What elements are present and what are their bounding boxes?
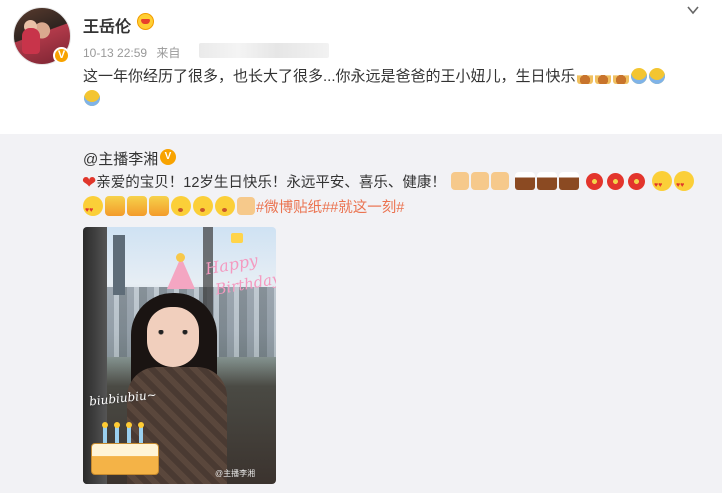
cake-emoji-icon (576, 68, 593, 84)
post-text: 这一年你经历了很多，也长大了很多...你永远是爸爸的王小妞儿，生日快乐 (83, 66, 703, 110)
verified-icon: V (160, 149, 176, 165)
star-sticker-icon (231, 233, 243, 243)
cake-body-icon (91, 443, 159, 475)
tears-emoji-icon (84, 90, 100, 106)
post-source-label: 来自 (156, 46, 181, 60)
repost-text: ❤亲爱的宝贝！12岁生日快乐！永远平安、喜乐、健康！ #微博贴纸##就这一刻# (82, 170, 702, 223)
repost-card[interactable]: @主播李湘 V ❤亲爱的宝贝！12岁生日快乐！永远平安、喜乐、健康！ #微博贴纸… (0, 134, 722, 493)
cake-emoji-icon (594, 68, 611, 84)
heart-emoji-icon: ❤ (82, 173, 97, 192)
selfie-emoji-icon (127, 196, 147, 216)
flower-emoji-icon (585, 173, 603, 190)
candle-icon (114, 422, 120, 444)
photo-girl-eyes (157, 330, 189, 335)
avatar-child-figure (22, 28, 40, 54)
candle-icon (102, 422, 108, 444)
photo-watermark: @主播李湘 (215, 469, 256, 478)
heart-eyes-emoji-icon (83, 196, 103, 223)
photo-girl-face (147, 307, 199, 367)
tears-emoji-icon (630, 68, 647, 84)
selfie-emoji-icon (105, 196, 125, 216)
vip-crown-icon[interactable] (137, 13, 154, 30)
rock-hand-emoji-icon (450, 172, 469, 190)
post-body: 这一年你经历了很多，也长大了很多...你永远是爸爸的王小妞儿，生日快乐 (83, 68, 576, 85)
post-meta: 10-13 22:59 来自 (83, 44, 180, 61)
post-time[interactable]: 10-13 22:59 (83, 46, 147, 60)
candle-icon (126, 422, 132, 444)
candle-icon (138, 422, 144, 444)
kiss-emoji-icon (193, 196, 213, 216)
hashtag-link[interactable]: #微博贴纸##就这一刻# (256, 200, 404, 216)
heart-eyes-emoji-icon (652, 171, 673, 198)
kiss-emoji-icon (171, 196, 191, 216)
tears-emoji-icon (648, 68, 665, 84)
flower-emoji-icon (627, 173, 645, 190)
party-hat-pompom-icon (176, 253, 185, 262)
cake-emoji-icon (536, 172, 557, 190)
weibo-post: V 王岳伦 10-13 22:59 来自 这一年你经历了很多，也长大了很多...… (0, 0, 722, 493)
rock-hand-emoji-icon (490, 172, 509, 190)
rock-hand-emoji-icon (470, 172, 489, 190)
cake-sticker-icon (87, 422, 159, 475)
verified-icon: V (53, 47, 70, 64)
blurred-source (199, 43, 329, 58)
flower-emoji-icon (606, 173, 624, 190)
selfie-emoji-icon (149, 196, 169, 216)
cake-emoji-icon (558, 172, 579, 190)
photo-tower (113, 235, 125, 295)
cake-emoji-icon (612, 68, 629, 84)
kiss-emoji-icon (215, 196, 235, 216)
cake-emoji-icon (514, 172, 535, 190)
repost-body: 亲爱的宝贝！12岁生日快乐！永远平安、喜乐、健康！ (96, 175, 446, 191)
repost-photo[interactable]: Happy Birthday biubiubiu~ @主播李湘 (83, 227, 276, 484)
heart-eyes-emoji-icon (674, 171, 695, 198)
chevron-down-icon[interactable] (686, 3, 700, 17)
author-name[interactable]: 王岳伦 (83, 13, 131, 37)
pointing-hand-emoji-icon (237, 197, 255, 215)
repost-author[interactable]: @主播李湘 (83, 148, 158, 169)
